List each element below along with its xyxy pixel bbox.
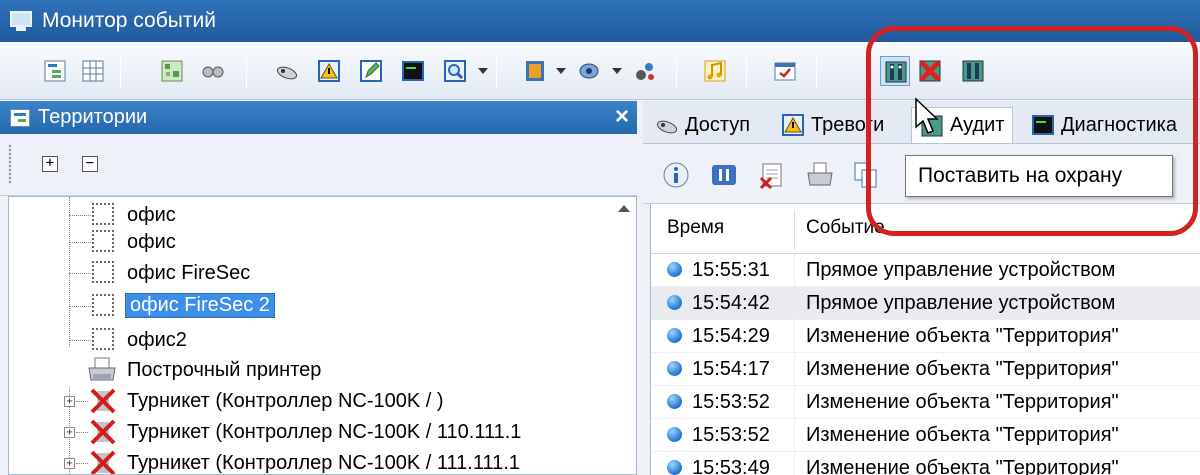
alarm-icon bbox=[782, 114, 804, 136]
event-time: 15:54:17 bbox=[692, 358, 770, 380]
event-time: 15:53:52 bbox=[692, 424, 770, 446]
zone-icon bbox=[92, 261, 114, 283]
table-row[interactable]: 15:55:31 Прямое управление устройством bbox=[651, 254, 1200, 287]
tree-item-label: офис bbox=[127, 204, 176, 226]
tree-item-label: Турникет (Контроллер NC-100K / 110.111.1 bbox=[127, 421, 522, 443]
turnstile-error-icon bbox=[90, 450, 116, 474]
alarm-icon[interactable] bbox=[314, 56, 344, 86]
tree-item[interactable]: + Турникет (Контроллер NC-100K / 111.111… bbox=[9, 447, 609, 474]
tools-icon[interactable] bbox=[630, 56, 660, 86]
tab-label: Доступ bbox=[685, 113, 751, 136]
printer-icon bbox=[88, 357, 116, 381]
toolbar-grip[interactable] bbox=[8, 144, 12, 184]
close-icon[interactable]: × bbox=[615, 103, 629, 131]
event-text: Изменение объекта "Территория" bbox=[806, 325, 1119, 347]
pause-icon[interactable] bbox=[709, 160, 739, 190]
tree-icon bbox=[10, 108, 30, 127]
tree-item[interactable]: офис bbox=[9, 226, 609, 258]
diagnostics-icon[interactable] bbox=[398, 56, 428, 86]
table-row[interactable]: 15:54:42 Прямое управление устройством bbox=[651, 287, 1200, 320]
tree-item-label: Турникет (Контроллер NC-100K / ) bbox=[127, 390, 444, 412]
territories-title: Территории bbox=[38, 106, 148, 128]
tree-item[interactable]: + Турникет (Контроллер NC-100K / 110.111… bbox=[9, 416, 609, 448]
zone-icon bbox=[92, 294, 114, 316]
zone-icon bbox=[92, 203, 114, 225]
event-text: Изменение объекта "Территория" bbox=[806, 358, 1119, 380]
info-dot-icon bbox=[667, 295, 682, 310]
territories-toolbar: + − bbox=[0, 134, 637, 196]
print-icon[interactable] bbox=[805, 160, 835, 190]
tree-item-label: офис FireSec 2 bbox=[125, 293, 275, 318]
event-text: Прямое управление устройством bbox=[806, 259, 1116, 281]
expand-node-icon[interactable]: + bbox=[64, 458, 75, 469]
checkbox-icon[interactable] bbox=[770, 56, 800, 86]
event-time: 15:53:49 bbox=[692, 457, 770, 475]
table-row[interactable]: 15:54:29 Изменение объекта "Территория" bbox=[651, 320, 1200, 353]
tab-access[interactable]: Доступ bbox=[647, 107, 758, 143]
zone-icon bbox=[92, 230, 114, 252]
glasses-icon[interactable] bbox=[198, 56, 228, 86]
turnstile-error-icon bbox=[90, 419, 116, 445]
table-row[interactable]: 15:53:49 Изменение объекта "Территория" bbox=[651, 452, 1200, 475]
tree-item-label: офис FireSec bbox=[127, 262, 251, 284]
event-time: 15:54:29 bbox=[692, 325, 770, 347]
window-title: Монитор событий bbox=[42, 9, 216, 32]
events-grid: Время Событие 15:55:31 Прямое управление … bbox=[650, 204, 1200, 475]
tree-item[interactable]: офис FireSec bbox=[9, 257, 609, 289]
info-dot-icon bbox=[667, 328, 682, 343]
grid-view-icon[interactable] bbox=[78, 56, 108, 86]
column-header-time[interactable]: Время bbox=[667, 217, 724, 239]
event-text: Изменение объекта "Территория" bbox=[806, 457, 1119, 475]
access-icon bbox=[656, 120, 678, 134]
search-icon[interactable] bbox=[440, 56, 470, 86]
info-dot-icon bbox=[667, 460, 682, 475]
zone-icon bbox=[92, 328, 114, 350]
scroll-up-arrow[interactable] bbox=[618, 205, 630, 212]
table-row[interactable]: 15:53:52 Изменение объекта "Территория" bbox=[651, 386, 1200, 419]
tree-item-label: офис2 bbox=[127, 329, 187, 351]
territories-tree: офис офис офис FireSec офис FireSec 2 оф… bbox=[8, 196, 637, 475]
info-dot-icon bbox=[667, 361, 682, 376]
expand-node-icon[interactable]: + bbox=[64, 396, 75, 407]
clear-log-icon[interactable] bbox=[757, 160, 787, 190]
music-icon[interactable] bbox=[700, 56, 730, 86]
tree-item-selected[interactable]: офис FireSec 2 bbox=[9, 290, 609, 322]
collapse-all-button[interactable]: − bbox=[82, 156, 98, 172]
info-icon[interactable] bbox=[661, 160, 691, 190]
tree-view-icon[interactable] bbox=[40, 56, 70, 86]
table-row[interactable]: 15:54:17 Изменение объекта "Территория" bbox=[651, 353, 1200, 386]
event-text: Изменение объекта "Территория" bbox=[806, 391, 1119, 413]
camera-icon[interactable] bbox=[574, 56, 604, 86]
tree-item-label: Турникет (Контроллер NC-100K / 111.111.1 bbox=[127, 452, 520, 474]
territories-header: Территории × bbox=[0, 101, 637, 134]
expand-all-button[interactable]: + bbox=[42, 156, 58, 172]
tree-item-label: офис bbox=[127, 231, 176, 253]
event-time: 15:54:42 bbox=[692, 292, 770, 314]
mouse-cursor-icon bbox=[915, 97, 939, 134]
info-dot-icon bbox=[667, 394, 682, 409]
event-time: 15:55:31 bbox=[692, 259, 770, 281]
map-icon[interactable] bbox=[157, 56, 187, 86]
expand-node-icon[interactable]: + bbox=[64, 427, 75, 438]
tree-item-label: Построчный принтер bbox=[127, 359, 322, 381]
tree-item[interactable]: офис2 bbox=[9, 324, 609, 356]
edit-icon[interactable] bbox=[356, 56, 386, 86]
door-icon[interactable] bbox=[520, 56, 550, 86]
tree-item[interactable]: Построчный принтер bbox=[9, 354, 609, 386]
tree-item[interactable]: + Турникет (Контроллер NC-100K / ) bbox=[9, 385, 609, 417]
event-text: Прямое управление устройством bbox=[806, 292, 1116, 314]
access-icon[interactable] bbox=[272, 56, 302, 86]
table-row[interactable]: 15:53:52 Изменение объекта "Территория" bbox=[651, 419, 1200, 452]
event-time: 15:53:52 bbox=[692, 391, 770, 413]
turnstile-error-icon bbox=[90, 388, 116, 414]
info-dot-icon bbox=[667, 427, 682, 442]
event-text: Изменение объекта "Территория" bbox=[806, 424, 1119, 446]
info-dot-icon bbox=[667, 262, 682, 277]
monitor-icon bbox=[10, 11, 32, 31]
